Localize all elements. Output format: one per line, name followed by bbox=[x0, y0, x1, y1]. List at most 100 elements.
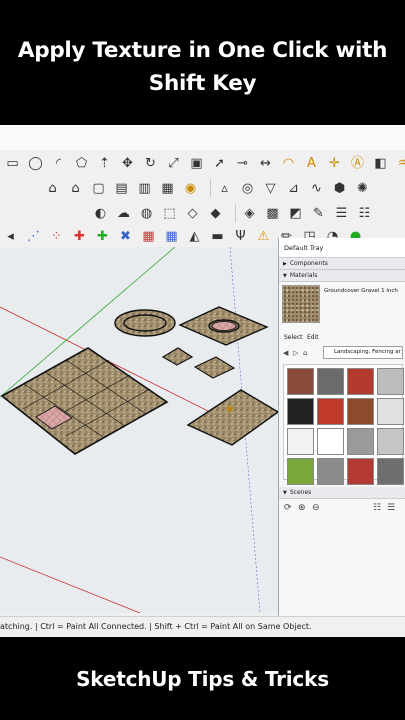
contour-icon[interactable]: ◎ bbox=[239, 180, 256, 197]
picket-swatch[interactable] bbox=[287, 428, 314, 455]
front-view-icon[interactable]: ▤ bbox=[113, 180, 130, 197]
shadow-icon[interactable]: ◐ bbox=[92, 205, 109, 222]
right-view-icon[interactable]: ▥ bbox=[136, 180, 153, 197]
polygon-icon[interactable]: ⬠ bbox=[73, 155, 90, 172]
drape-icon[interactable]: ▽ bbox=[262, 180, 279, 197]
scene-details-icon[interactable]: ☰ bbox=[387, 503, 395, 513]
axes-icon[interactable]: ✛ bbox=[326, 155, 343, 172]
textured-icon[interactable]: ▩ bbox=[264, 205, 281, 222]
tab-edit[interactable]: Edit bbox=[307, 334, 319, 341]
brick-swatch[interactable] bbox=[287, 368, 314, 395]
xray-icon[interactable]: ◍ bbox=[138, 205, 155, 222]
stone-swatch[interactable] bbox=[377, 428, 404, 455]
default-tray: Default Tray ▶ Components ▼ Materials Grou… bbox=[278, 238, 405, 616]
shaded-icon[interactable]: ◈ bbox=[241, 205, 258, 222]
tape-icon[interactable]: ⊸ bbox=[234, 155, 251, 172]
scene-options-icon[interactable]: ☷ bbox=[373, 503, 381, 513]
camera-icon[interactable]: ◉ bbox=[182, 180, 199, 197]
home-view-icon[interactable]: ⌂ bbox=[67, 180, 84, 197]
style-icon[interactable]: ✎ bbox=[310, 205, 327, 222]
square-paver bbox=[178, 306, 269, 346]
circle-icon[interactable]: ◯ bbox=[27, 155, 44, 172]
line-dots-icon[interactable]: ⋰ bbox=[25, 228, 42, 245]
plank-swatch[interactable] bbox=[377, 368, 404, 395]
grass-swatch[interactable] bbox=[287, 458, 314, 485]
push-pull-icon[interactable]: ⇡ bbox=[96, 155, 113, 172]
white-fence-swatch[interactable] bbox=[317, 428, 344, 455]
plus-red-icon[interactable]: ✚ bbox=[71, 228, 88, 245]
large-patio bbox=[0, 347, 169, 455]
grid-red-icon[interactable]: ▦ bbox=[140, 228, 157, 245]
materials-panel-header[interactable]: ▼ Materials bbox=[279, 270, 405, 282]
remove-scene-icon[interactable]: ⊖ bbox=[312, 503, 320, 513]
smoove-icon[interactable]: ∿ bbox=[308, 180, 325, 197]
title-line-1: Apply Texture in One Click with bbox=[17, 37, 388, 63]
sandbox-icon[interactable]: ▵ bbox=[216, 180, 233, 197]
triangle-icon[interactable]: ◭ bbox=[186, 228, 203, 245]
red-swatch[interactable] bbox=[347, 368, 374, 395]
layer-icon[interactable]: ☰ bbox=[333, 205, 350, 222]
trident-icon[interactable]: Ψ bbox=[232, 228, 249, 245]
back-view-icon[interactable]: ▦ bbox=[159, 180, 176, 197]
gravel-swatch[interactable] bbox=[317, 458, 344, 485]
scenes-panel-header[interactable]: ▼ Scenes bbox=[279, 487, 405, 499]
back-arrow-icon[interactable]: ◀ bbox=[283, 349, 293, 357]
fence-swatch[interactable] bbox=[377, 398, 404, 425]
back-edges-icon[interactable]: ⬚ bbox=[161, 205, 178, 222]
small-paver-2 bbox=[193, 356, 236, 379]
offset-icon[interactable]: ▣ bbox=[188, 155, 205, 172]
red-gravel-swatch[interactable] bbox=[347, 458, 374, 485]
tile-swatch[interactable] bbox=[317, 368, 344, 395]
toolbar-separator bbox=[235, 204, 236, 222]
components-panel-header[interactable]: ▶ Components bbox=[279, 258, 405, 270]
rectangle-icon[interactable]: ▭ bbox=[4, 155, 21, 172]
3d-text-icon[interactable]: Ⓐ bbox=[349, 155, 366, 172]
add-scene-icon[interactable]: ⊕ bbox=[298, 503, 306, 513]
library-dropdown[interactable]: Landscaping, Fencing ar bbox=[323, 346, 403, 359]
forward-arrow-icon[interactable]: ▷ bbox=[293, 349, 303, 357]
stamp-icon[interactable]: ⬢ bbox=[331, 180, 348, 197]
dimension-icon[interactable]: ↔ bbox=[257, 155, 274, 172]
protractor-icon[interactable]: ◠ bbox=[280, 155, 297, 172]
round-paver bbox=[114, 309, 176, 337]
paint-icon[interactable]: ♒ bbox=[395, 155, 405, 172]
menu-strip bbox=[0, 125, 405, 150]
tray-title: Default Tray bbox=[279, 238, 405, 258]
follow-me-icon[interactable]: ➚ bbox=[211, 155, 228, 172]
plus-green-icon[interactable]: ✚ bbox=[94, 228, 111, 245]
bar-icon[interactable]: ▬ bbox=[209, 228, 226, 245]
toolbar-styles: ◐ ☁ ◍ ⬚ ◇ ◆ ◈ ▩ ◩ ✎ ☰ ☷ bbox=[0, 202, 405, 224]
warning-icon[interactable]: ⚠ bbox=[255, 228, 272, 245]
red-lattice-swatch[interactable] bbox=[317, 398, 344, 425]
house-icon[interactable]: ⌂ bbox=[44, 180, 61, 197]
dark-gravel-swatch[interactable] bbox=[377, 458, 404, 485]
arrow-left-icon[interactable]: ◂ bbox=[2, 228, 19, 245]
material-preview-swatch[interactable] bbox=[282, 285, 320, 323]
move-icon[interactable]: ✥ bbox=[119, 155, 136, 172]
cross-swatch[interactable] bbox=[347, 398, 374, 425]
outliner-icon[interactable]: ☷ bbox=[356, 205, 373, 222]
lattice-swatch[interactable] bbox=[287, 398, 314, 425]
components-label: Components bbox=[289, 260, 328, 267]
tab-select[interactable]: Select bbox=[284, 334, 303, 341]
section-icon[interactable]: ◧ bbox=[372, 155, 389, 172]
rotate-icon[interactable]: ↻ bbox=[142, 155, 159, 172]
arc-icon[interactable]: ◜ bbox=[50, 155, 67, 172]
fog-icon[interactable]: ☁ bbox=[115, 205, 132, 222]
home-icon[interactable]: ⌂ bbox=[303, 349, 313, 357]
scale-icon[interactable]: ⤢ bbox=[165, 155, 182, 172]
model-viewport[interactable]: ◉ bbox=[0, 247, 278, 613]
hidden-line-icon[interactable]: ◆ bbox=[207, 205, 224, 222]
flip-icon[interactable]: ⊿ bbox=[285, 180, 302, 197]
cross-blue-icon[interactable]: ✖ bbox=[117, 228, 134, 245]
wood-swatch[interactable] bbox=[347, 428, 374, 455]
refresh-scene-icon[interactable]: ⟳ bbox=[284, 503, 292, 513]
top-view-icon[interactable]: ▢ bbox=[90, 180, 107, 197]
red-axis-lower bbox=[0, 556, 141, 613]
wireframe-icon[interactable]: ◇ bbox=[184, 205, 201, 222]
curve-dots-icon[interactable]: ⁘ bbox=[48, 228, 65, 245]
add-detail-icon[interactable]: ✺ bbox=[354, 180, 371, 197]
text-icon[interactable]: A bbox=[303, 155, 320, 172]
monochrome-icon[interactable]: ◩ bbox=[287, 205, 304, 222]
grid-blue-icon[interactable]: ▦ bbox=[163, 228, 180, 245]
